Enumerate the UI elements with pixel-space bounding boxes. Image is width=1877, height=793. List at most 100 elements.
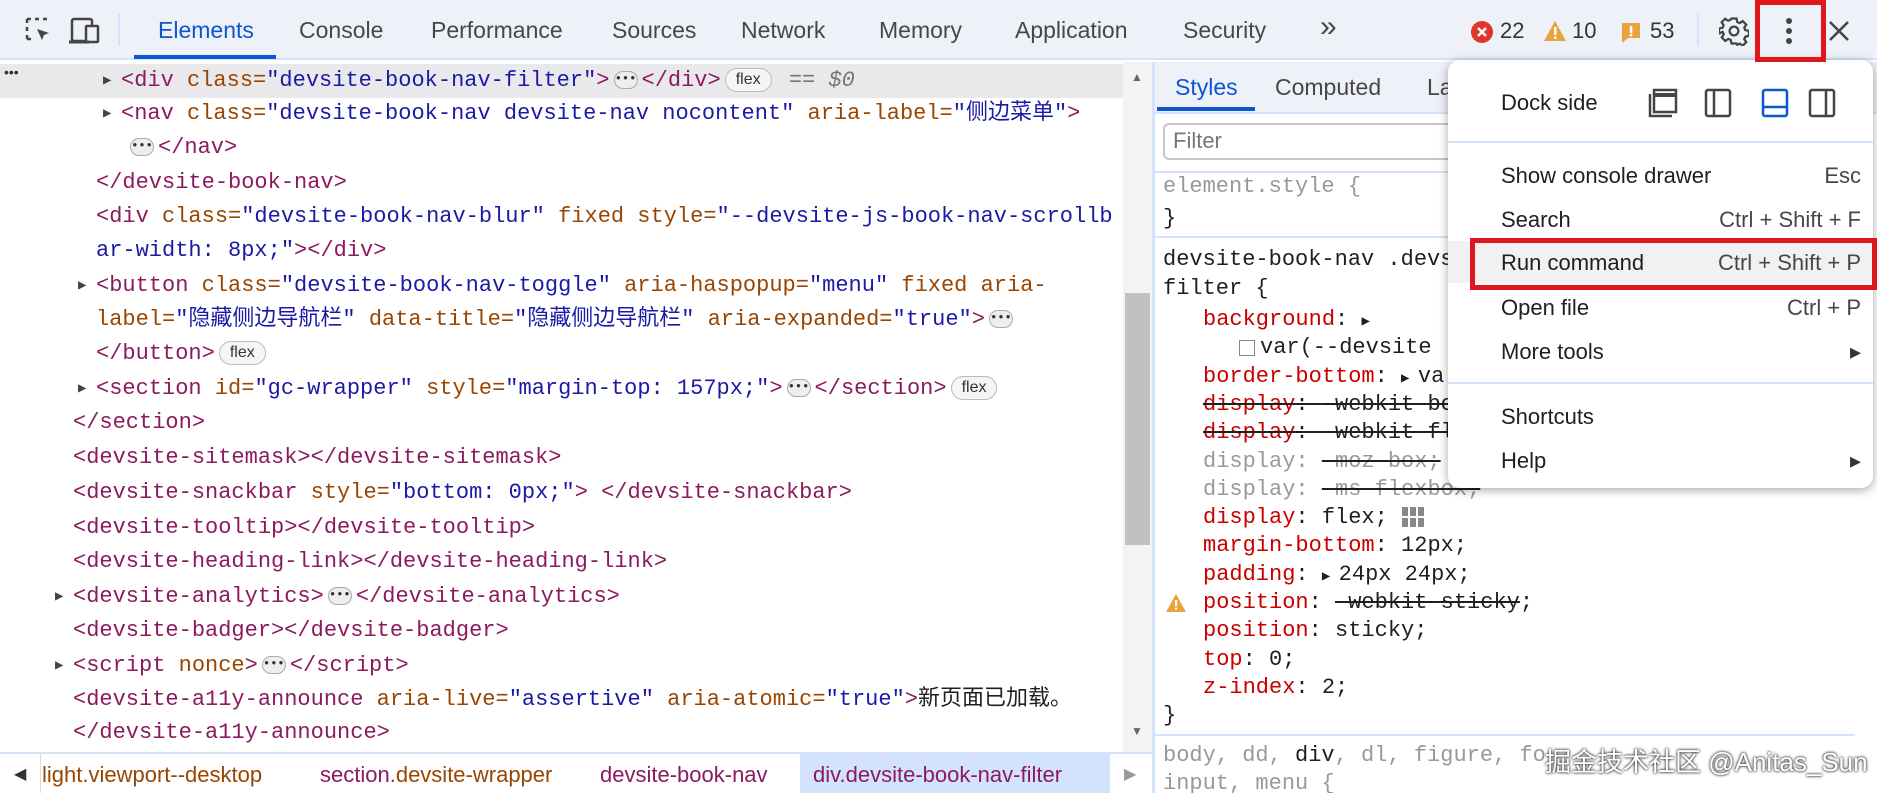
property-value[interactable]: 12px;	[1401, 533, 1467, 558]
css-declaration[interactable]: z-index: 2;	[1155, 674, 1877, 702]
property-name[interactable]: border-bottom	[1203, 364, 1375, 389]
css-declaration[interactable]: display: flex;	[1155, 504, 1877, 532]
breadcrumb-item[interactable]: section.devsite-wrapper	[320, 762, 552, 788]
property-value[interactable]: 0;	[1269, 647, 1295, 672]
property-value[interactable]: sticky;	[1335, 618, 1427, 643]
dom-node[interactable]: ▶ <devsite-analytics> ••• </devsite-analyti…	[0, 580, 1123, 614]
expand-triangle-icon[interactable]: ▶	[1322, 569, 1339, 585]
tab-sources[interactable]: Sources	[612, 17, 696, 44]
dom-node[interactable]: <devsite-badger></devsite-badger>	[0, 614, 1123, 648]
warning-icon[interactable]	[1543, 20, 1567, 42]
property-value[interactable]: va	[1418, 364, 1444, 389]
property-value[interactable]: 2;	[1322, 675, 1348, 700]
dom-node[interactable]: <devsite-tooltip></devsite-tooltip>	[0, 511, 1123, 545]
flex-badge[interactable]: flex	[950, 376, 998, 401]
dom-node[interactable]: </devsite-a11y-announce>	[0, 716, 1123, 750]
dom-node[interactable]: ▶ <script nonce> ••• </script>	[0, 649, 1123, 683]
css-declaration[interactable]: top: 0;	[1155, 646, 1877, 674]
scroll-up-arrow-icon[interactable]: ▲	[1131, 70, 1143, 84]
close-devtools-icon[interactable]	[1828, 20, 1850, 42]
property-name[interactable]: display	[1203, 477, 1295, 502]
breadcrumb-scroll-left-icon[interactable]: ◀	[14, 764, 26, 784]
dom-node[interactable]: <devsite-sitemask></devsite-sitemask>	[0, 441, 1123, 475]
css-declaration[interactable]: position: sticky;	[1155, 617, 1877, 645]
styles-filter-input[interactable]: Filter	[1163, 123, 1463, 160]
property-name[interactable]: display	[1203, 449, 1295, 474]
tab-console[interactable]: Console	[299, 17, 383, 44]
dock-left-icon[interactable]	[1704, 88, 1734, 118]
warning-count[interactable]: 10	[1572, 18, 1596, 44]
device-toolbar-icon[interactable]	[68, 16, 100, 46]
scroll-down-arrow-icon[interactable]: ▼	[1131, 724, 1143, 738]
flex-badge[interactable]: flex	[724, 68, 772, 93]
undock-icon[interactable]	[1648, 88, 1678, 118]
dom-node[interactable]: <devsite-a11y-announce aria-live="assert…	[0, 683, 1123, 717]
issues-icon[interactable]	[1620, 21, 1642, 45]
dom-node[interactable]: </button> flex	[0, 337, 1123, 371]
dom-node[interactable]: <div class="devsite-book-nav-blur" fixed…	[0, 200, 1123, 234]
property-value[interactable]: -webkit-sticky	[1335, 590, 1520, 615]
expand-triangle-icon[interactable]: ▶	[1361, 314, 1369, 330]
breadcrumb-scroll-right-icon[interactable]: ▶	[1124, 764, 1136, 784]
dom-node[interactable]: ••• </nav>	[0, 131, 1123, 165]
breadcrumb-item[interactable]: devsite-book-nav	[600, 762, 768, 788]
property-name[interactable]: padding	[1203, 562, 1295, 587]
dom-node[interactable]: </devsite-book-nav>	[0, 166, 1123, 200]
tab-security[interactable]: Security	[1183, 17, 1266, 44]
expand-ellipsis-button[interactable]: •••	[786, 379, 811, 398]
expand-triangle-icon[interactable]: ▶	[78, 372, 86, 406]
tab-memory[interactable]: Memory	[879, 17, 962, 44]
property-name[interactable]: display	[1203, 420, 1295, 445]
property-value[interactable]: -moz-box;	[1322, 449, 1441, 474]
menu-item-open-file[interactable]: Open file Ctrl + P	[1448, 287, 1873, 329]
property-value[interactable]: flex;	[1322, 505, 1388, 530]
property-name[interactable]: position	[1203, 618, 1309, 643]
tab-elements[interactable]: Elements	[158, 17, 254, 44]
dom-node[interactable]: ▶ <section id="gc-wrapper" style="margin-…	[0, 372, 1123, 406]
dom-node[interactable]: <devsite-heading-link></devsite-heading-…	[0, 545, 1123, 579]
expand-triangle-icon[interactable]: ▶	[78, 269, 86, 303]
color-swatch[interactable]	[1239, 340, 1255, 356]
property-name[interactable]: display	[1203, 392, 1295, 417]
expand-ellipsis-button[interactable]: •••	[261, 656, 286, 675]
error-icon[interactable]	[1471, 21, 1493, 43]
expand-ellipsis-button[interactable]: •••	[613, 71, 638, 90]
property-name[interactable]: background	[1203, 307, 1335, 332]
expand-ellipsis-button[interactable]: •••	[988, 310, 1013, 329]
menu-item-search[interactable]: Search Ctrl + Shift + F	[1448, 199, 1873, 241]
property-value[interactable]: -webkit-bo	[1322, 392, 1454, 417]
dom-node[interactable]: ▶ <button class="devsite-book-nav-toggle"…	[0, 269, 1123, 303]
expand-triangle-icon[interactable]: ▶	[55, 580, 63, 614]
breadcrumb-item[interactable]: light.viewport--desktop	[42, 762, 262, 788]
dock-bottom-icon[interactable]	[1761, 88, 1791, 118]
expand-triangle-icon[interactable]: ▶	[103, 97, 111, 131]
dom-node-selected[interactable]: ▶ <div class="devsite-book-nav-filter"> ••…	[0, 64, 1123, 98]
menu-item-help[interactable]: Help ▸	[1448, 440, 1873, 482]
breadcrumb-item-selected[interactable]: div.devsite-book-nav-filter	[813, 762, 1062, 788]
css-declaration[interactable]: position: -webkit-sticky;	[1155, 589, 1877, 617]
tab-network[interactable]: Network	[741, 17, 825, 44]
property-name[interactable]: top	[1203, 647, 1243, 672]
dom-node[interactable]: label="隐藏侧边导航栏" data-title="隐藏侧边导航栏" ari…	[0, 303, 1123, 337]
dock-right-icon[interactable]	[1808, 88, 1838, 118]
rule-close[interactable]: }	[1155, 702, 1877, 730]
dom-node[interactable]: <devsite-snackbar style="bottom: 0px;"> …	[0, 476, 1123, 510]
property-value[interactable]: 24px 24px;	[1339, 562, 1471, 587]
tab-application[interactable]: Application	[1015, 17, 1128, 44]
tab-computed[interactable]: Computed	[1275, 74, 1381, 101]
issues-count[interactable]: 53	[1650, 18, 1674, 44]
menu-item-shortcuts[interactable]: Shortcuts	[1448, 396, 1873, 438]
expand-triangle-icon[interactable]: ▶	[1401, 371, 1418, 387]
css-declaration[interactable]: padding: ▶ 24px 24px;	[1155, 561, 1877, 589]
inspect-element-icon[interactable]	[25, 17, 53, 45]
tab-styles[interactable]: Styles	[1175, 74, 1238, 101]
property-name[interactable]: position	[1203, 590, 1309, 615]
property-name[interactable]: margin-bottom	[1203, 533, 1375, 558]
property-name[interactable]: z-index	[1203, 675, 1295, 700]
property-name[interactable]: display	[1203, 505, 1295, 530]
expand-triangle-icon[interactable]: ▶	[55, 649, 63, 683]
property-value[interactable]: -webkit-fl	[1322, 420, 1454, 445]
dom-node[interactable]: ar-width: 8px;"></div>	[0, 234, 1123, 268]
expand-ellipsis-button[interactable]: •••	[130, 138, 154, 157]
flex-badge[interactable]: flex	[218, 341, 266, 366]
